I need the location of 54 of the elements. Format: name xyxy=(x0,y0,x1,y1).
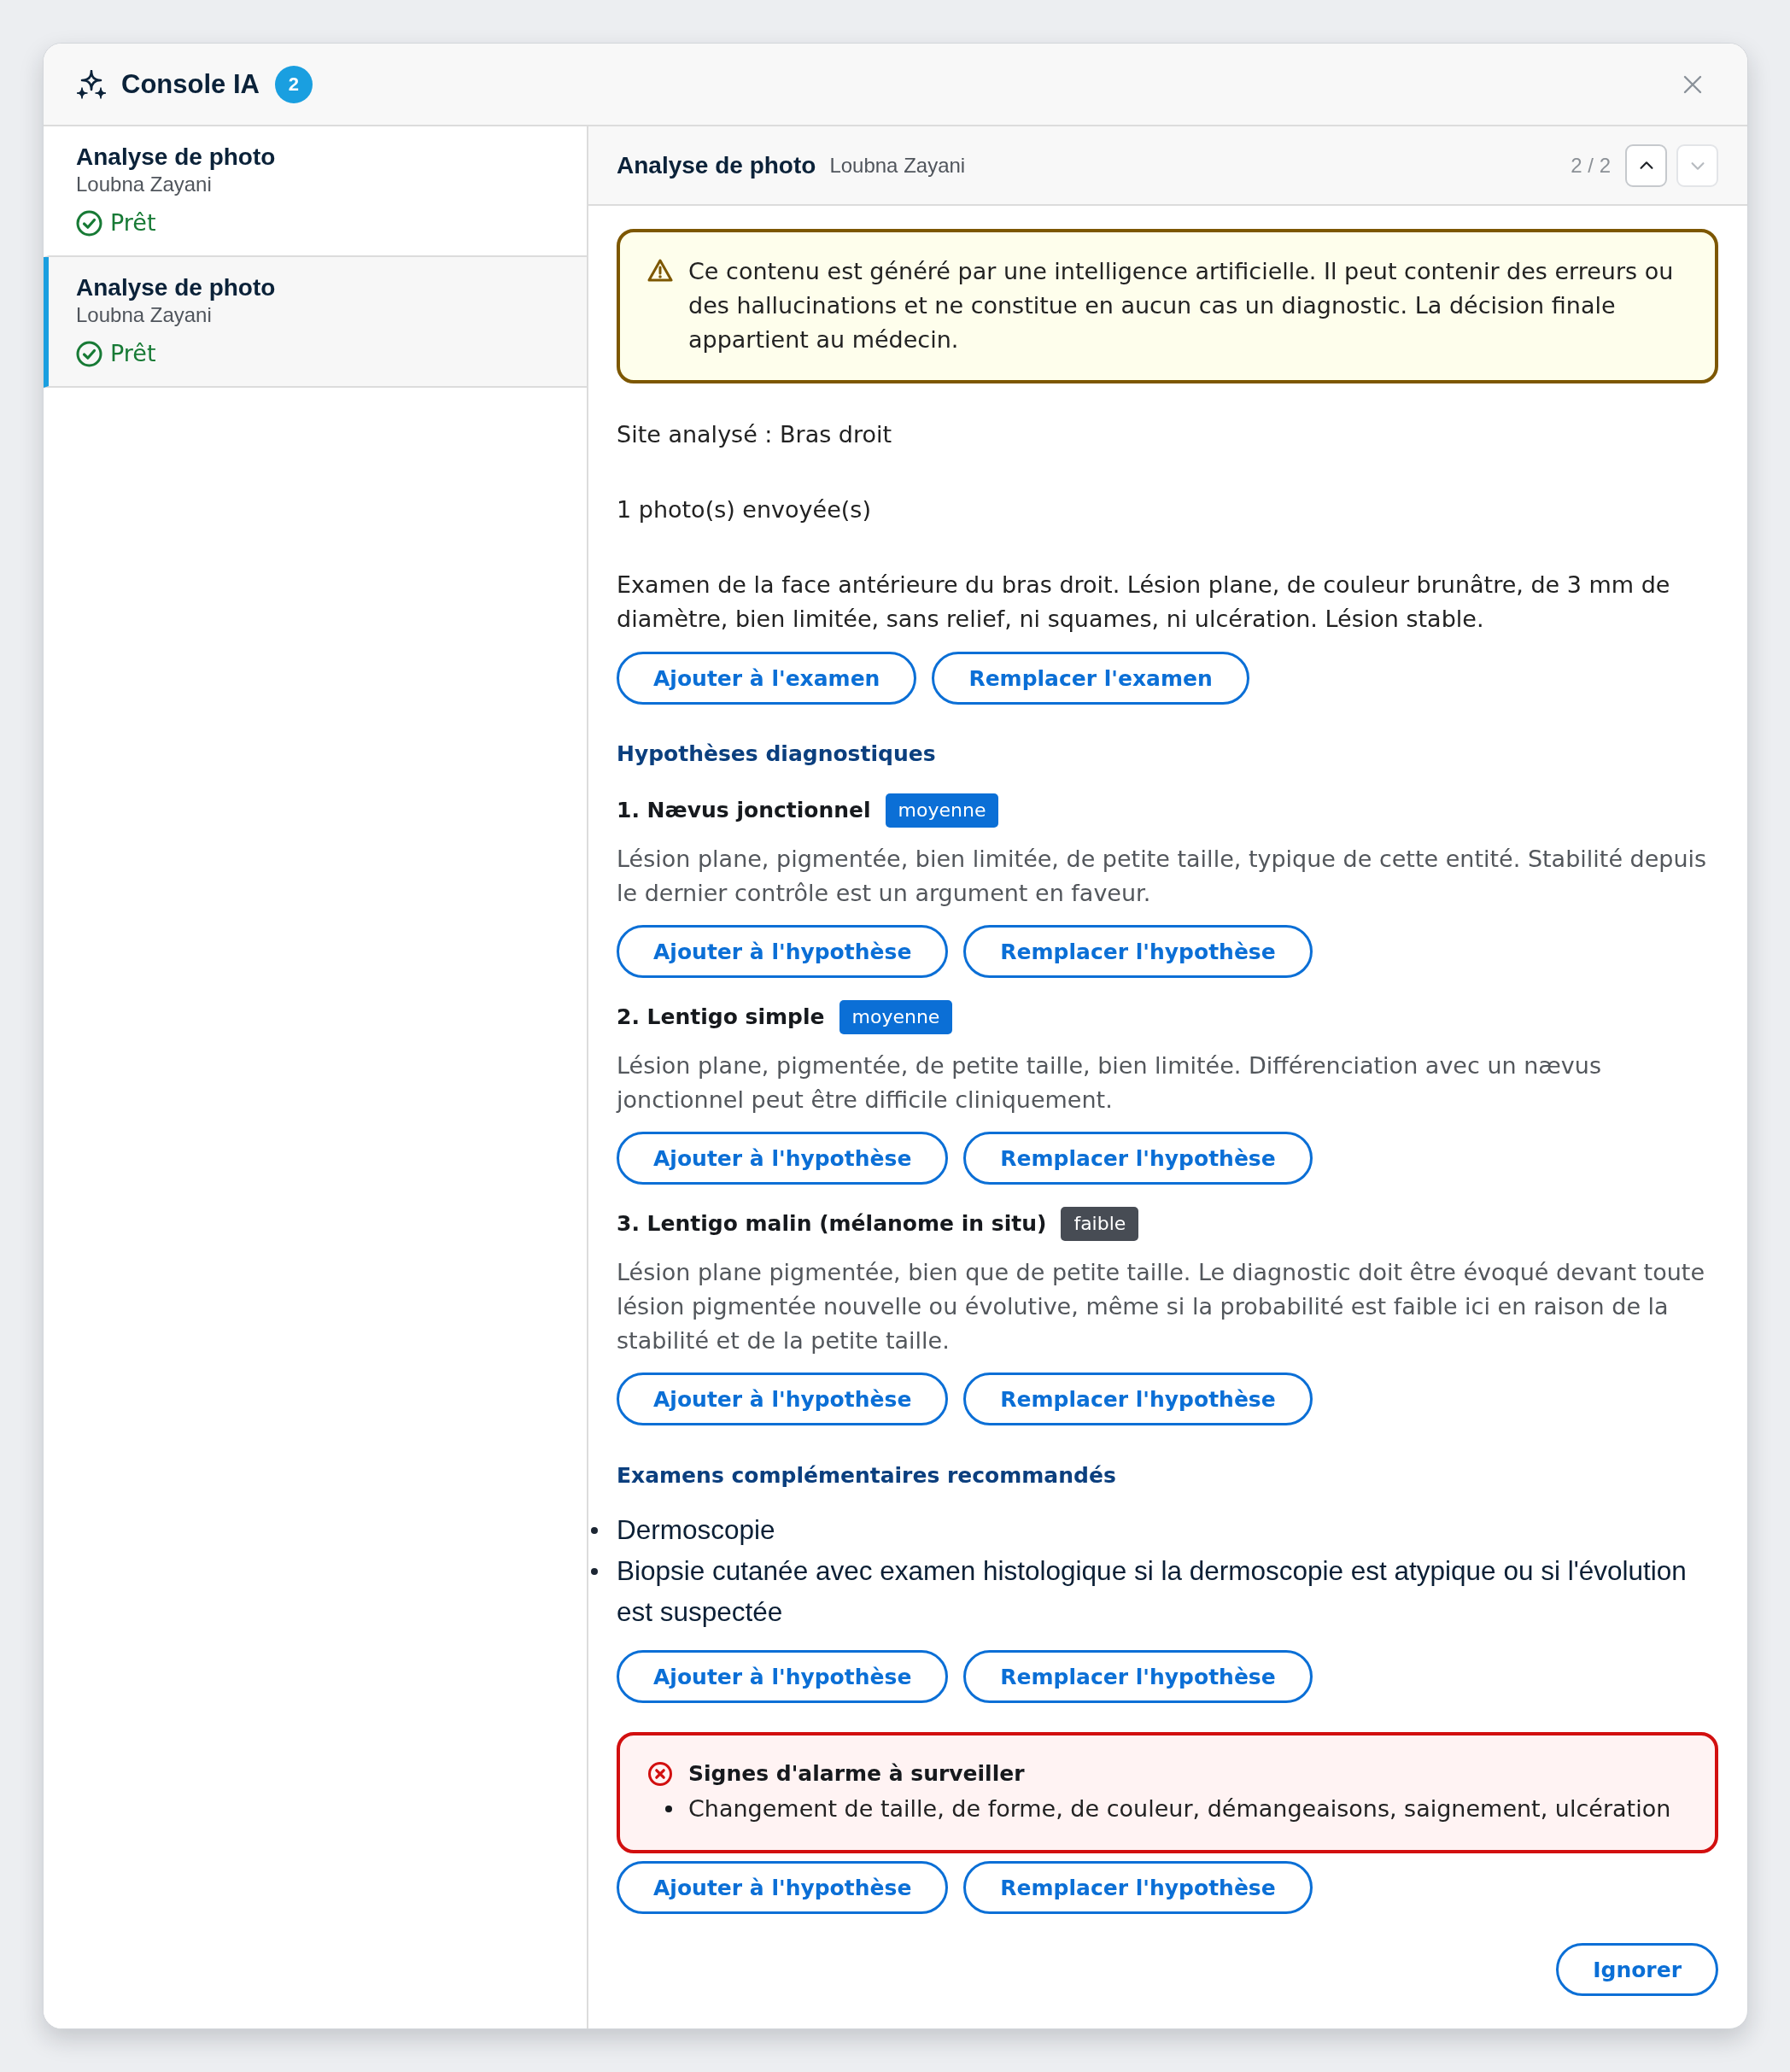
close-icon[interactable] xyxy=(1683,74,1702,94)
sidebar-item[interactable]: Analyse de photo Loubna Zayani Prêt xyxy=(44,257,587,388)
bullet-icon xyxy=(591,1527,598,1534)
patient-name: Loubna Zayani xyxy=(829,152,966,179)
site-text: Site analysé : Bras droit xyxy=(617,420,893,449)
hypothesis-description: Lésion plane, pigmentée, bien limitée, de petite taille, typique de cette entité. Stabilité depuis le dernier contrôle est un argument en faveur. xyxy=(617,845,1708,908)
item-title: Analyse de photo xyxy=(76,143,276,172)
alarm-title: Signes d'alarme à surveiller xyxy=(688,1760,1025,1788)
add-button[interactable]: Ajouter à l'examen xyxy=(617,652,917,705)
add-button[interactable]: Ajouter à l'hypothèse xyxy=(617,925,949,978)
sparkle-icon xyxy=(77,69,106,99)
check-circle-icon xyxy=(76,340,102,367)
likelihood-badge: moyenne xyxy=(839,1000,953,1034)
warning-text: Ce contenu est généré par une intelligence artificielle. Il peut contenir des erreurs ou des hallucinations et ne constitue en aucun cas un diagnostic. La décision finale appartient au médecin. xyxy=(688,257,1675,354)
hypothesis-title: 3. Lentigo malin (mélanome in situ) xyxy=(617,1210,1047,1238)
photo-count-text: 1 photo(s) envoyée(s) xyxy=(617,495,872,524)
section-heading: Hypothèses diagnostiques xyxy=(617,740,937,768)
replace-button[interactable]: Remplacer l'hypothèse xyxy=(963,1132,1313,1185)
hypothesis-title: 2. Lentigo simple xyxy=(617,1004,825,1031)
exam-text: Examen de la face antérieure du bras droit. Lésion plane, de couleur brunâtre, de 3 mm de diamètre, bien limitée, sans relief, ni squames, ni ulcération. Lésion stable. xyxy=(617,571,1671,634)
count-badge: 2 xyxy=(274,65,313,103)
hypothesis-description: Lésion plane, pigmentée, de petite taille, bien limitée. Différenciation avec un nævus jonctionnel peut être difficile cliniquement. xyxy=(617,1051,1602,1115)
patient-name: Loubna Zayani xyxy=(76,302,212,328)
patient-name: Loubna Zayani xyxy=(76,172,212,197)
replace-button[interactable]: Remplacer l'hypothèse xyxy=(963,925,1313,978)
add-button[interactable]: Ajouter à l'hypothèse xyxy=(617,1132,949,1185)
window-title: Console IA xyxy=(121,67,260,101)
recommended-exam: Dermoscopie xyxy=(617,1513,775,1547)
hypothesis-title: 1. Nævus jonctionnel xyxy=(617,797,871,824)
hypothesis-description: Lésion plane pigmentée, bien que de petite taille. Le diagnostic doit être évoqué devant toute lésion pigmentée nouvelle ou évolutive, même si la probabilité est faible ici en raison de la stabilité et de la petite taille. xyxy=(617,1258,1706,1355)
check-circle-icon xyxy=(76,209,102,237)
add-button[interactable]: Ajouter à l'hypothèse xyxy=(617,1373,949,1425)
replace-button[interactable]: Remplacer l'hypothèse xyxy=(963,1373,1313,1425)
status-label: Prêt xyxy=(110,208,156,237)
recommended-exam: Biopsie cutanée avec examen histologique si la dermoscopie est atypique ou si l'évolution est suspectée xyxy=(617,1554,1688,1629)
replace-button[interactable]: Remplacer l'hypothèse xyxy=(963,1861,1313,1914)
alarm-sign: Changement de taille, de forme, de couleur, démangeaisons, saignement, ulcération xyxy=(688,1794,1671,1823)
status-label: Prêt xyxy=(110,339,156,368)
likelihood-badge: faible xyxy=(1061,1207,1139,1241)
previous-button[interactable] xyxy=(1625,143,1667,187)
page-counter: 2 / 2 xyxy=(1571,152,1611,179)
ignore-button[interactable]: Ignorer xyxy=(1556,1943,1718,1996)
add-button[interactable]: Ajouter à l'hypothèse xyxy=(617,1861,949,1914)
bullet-icon xyxy=(591,1568,598,1575)
replace-button[interactable]: Remplacer l'examen xyxy=(932,652,1249,705)
section-heading: Examens complémentaires recommandés xyxy=(617,1462,1117,1490)
replace-button[interactable]: Remplacer l'hypothèse xyxy=(963,1650,1313,1703)
detail-title: Analyse de photo xyxy=(617,150,816,180)
add-button[interactable]: Ajouter à l'hypothèse xyxy=(617,1650,949,1703)
error-circle-icon xyxy=(647,1761,673,1787)
bullet-icon xyxy=(665,1806,672,1812)
likelihood-badge: moyenne xyxy=(885,793,999,828)
item-title: Analyse de photo xyxy=(76,273,276,302)
warning-icon xyxy=(647,258,673,284)
